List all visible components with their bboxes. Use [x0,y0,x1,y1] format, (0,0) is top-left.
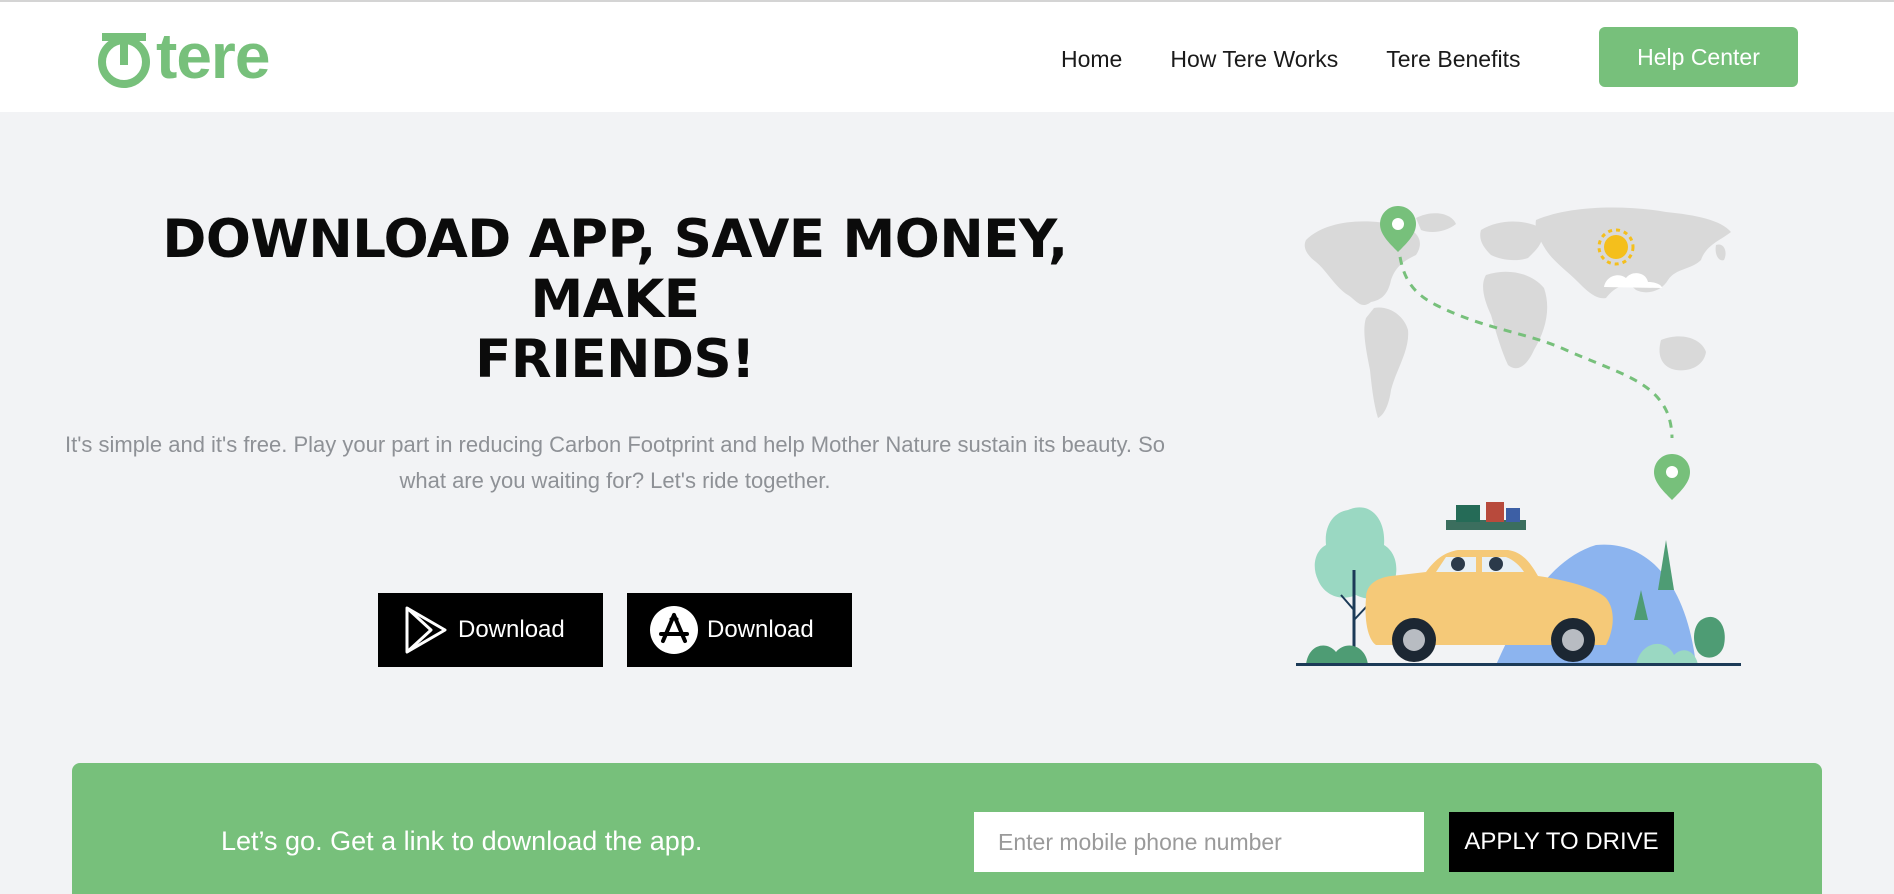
map-pin-icon [1654,454,1690,500]
app-store-icon [649,605,699,655]
cta-banner: Let’s go. Get a link to download the app… [72,763,1822,894]
logo[interactable]: tere [94,24,270,90]
phone-number-input[interactable] [974,812,1424,872]
cta-text: Let’s go. Get a link to download the app… [221,826,703,856]
app-store-download-label: Download [707,616,814,643]
main-nav: Home How Tere Works Tere Benefits [1061,46,1568,73]
ground-line [1296,663,1741,666]
hero-subtitle: It's simple and it's free. Play your par… [65,432,1165,493]
nav-tere-benefits[interactable]: Tere Benefits [1386,46,1520,73]
site-header: tere Home How Tere Works Tere Benefits H… [0,2,1894,112]
world-map-shape [1304,207,1731,418]
nav-how-tere-works[interactable]: How Tere Works [1170,46,1338,73]
world-map-car-illustration [1296,206,1741,666]
nav-home[interactable]: Home [1061,46,1122,73]
apply-to-drive-button[interactable]: APPLY TO DRIVE [1449,812,1674,872]
google-play-download-button[interactable]: Download [378,593,603,667]
hero-title-line1: DOWNLOAD APP, SAVE MONEY, MAKE [162,209,1068,330]
logo-text: tere [156,20,270,92]
app-store-download-button[interactable]: Download [627,593,852,667]
google-play-download-label: Download [458,616,565,643]
hero-title-line2: FRIENDS! [475,329,755,390]
hero-title: DOWNLOAD APP, SAVE MONEY, MAKE FRIENDS! [70,210,1160,390]
google-play-icon [400,605,450,655]
power-logo-icon [98,33,150,88]
help-center-button[interactable]: Help Center [1599,27,1798,87]
